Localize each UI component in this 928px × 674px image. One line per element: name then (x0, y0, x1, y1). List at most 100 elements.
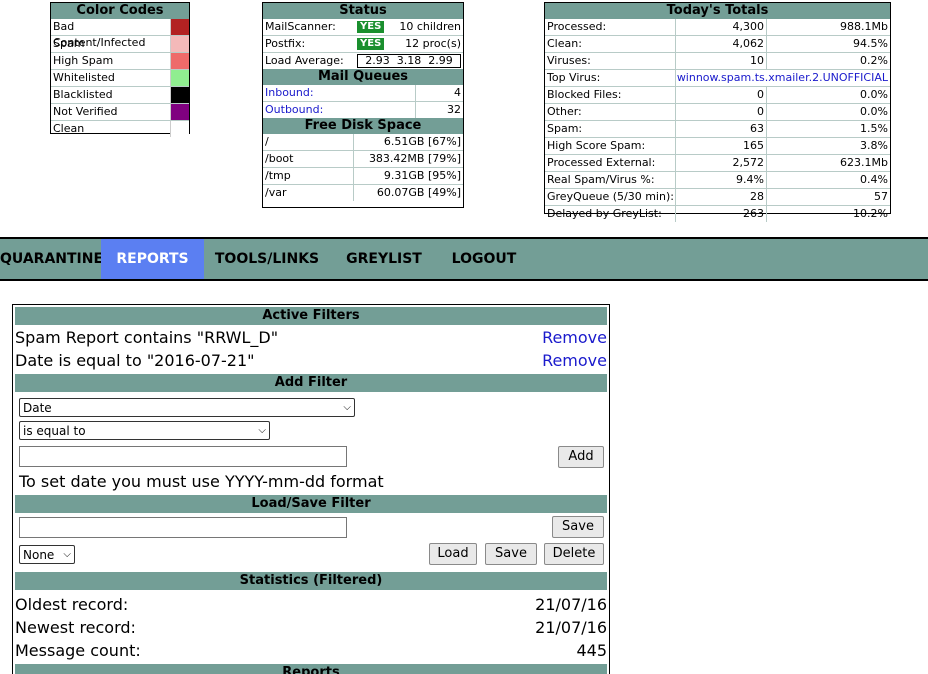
filter-operator-select[interactable]: is equal to ⌵ (19, 421, 270, 440)
color-swatch (170, 70, 189, 86)
saved-filters-value: None (23, 548, 55, 562)
color-code-label: Bad Content/Infected (53, 20, 146, 49)
color-code-label: Clean (53, 122, 85, 135)
totals-label: Processed: (547, 20, 607, 33)
totals-row: Clean: 4,062 94.5% (545, 35, 890, 52)
totals-extra: 0.0% (766, 104, 890, 120)
totals-label: Real Spam/Virus %: (547, 173, 655, 186)
totals-count: 2,572 (675, 155, 766, 171)
nav-logout[interactable]: LOGOUT (446, 239, 522, 279)
totals-count: 28 (675, 189, 766, 205)
filter-name-input[interactable] (19, 517, 347, 538)
postfix-status-badge: YES (357, 38, 385, 50)
disk-free: 9.31GB [95%] (353, 168, 463, 184)
outbound-count: 32 (415, 102, 463, 118)
totals-extra: 57 (766, 189, 890, 205)
color-swatch (170, 53, 189, 69)
totals-extra: 10.2% (766, 206, 890, 222)
totals-extra: 3.8% (766, 138, 890, 154)
totals-label: Other: (547, 105, 582, 118)
nav-quarantine[interactable]: QUARANTINE (0, 239, 103, 279)
postfix-label: Postfix: (265, 37, 306, 50)
totals-label: Clean: (547, 37, 582, 50)
totals-extra: 1.5% (766, 121, 890, 137)
totals-row: Spam: 63 1.5% (545, 120, 890, 137)
main-nav: QUARANTINE REPORTS TOOLS/LINKS GREYLIST … (0, 237, 928, 281)
disk-free: 60.07GB [49%] (353, 185, 463, 201)
totals-label: GreyQueue (5/30 min): (547, 190, 674, 203)
totals-extra: 0.2% (766, 53, 890, 69)
load-filter-button[interactable]: Load (429, 543, 477, 565)
active-filters-header: Active Filters (15, 307, 607, 325)
mail-queues-title: Mail Queues (263, 69, 463, 85)
load-average-label: Load Average: (265, 54, 344, 67)
message-count-label: Message count: (15, 641, 141, 660)
add-filter-header: Add Filter (15, 374, 607, 392)
todays-totals-panel: Today's Totals Processed: 4,300 988.1Mb Cle… (544, 2, 891, 222)
filter-field-value: Date (23, 401, 52, 415)
oldest-record-value: 21/07/16 (535, 595, 607, 614)
totals-count: 0 (675, 104, 766, 120)
color-code-row: High Spam (51, 52, 189, 69)
filters-panel: Active Filters Spam Report contains "RRW… (12, 304, 610, 674)
message-count-value: 445 (576, 641, 607, 660)
totals-extra: 0.4% (766, 172, 890, 188)
color-code-row: Clean (51, 120, 189, 137)
inbound-queue-link[interactable]: Inbound: (263, 85, 415, 101)
newest-record-label: Newest record: (15, 618, 136, 637)
saved-filters-select[interactable]: None ⌵ (19, 545, 75, 564)
color-swatch (170, 19, 189, 35)
color-code-label: Not Verified (53, 105, 118, 118)
filter-field-select[interactable]: Date ⌵ (19, 398, 355, 417)
nav-reports[interactable]: REPORTS (101, 239, 204, 279)
save-filter-button[interactable]: Save (485, 543, 537, 565)
color-code-row: Spam (51, 35, 189, 52)
free-disk-space-title: Free Disk Space (263, 118, 463, 134)
disk-row: /boot 383.42MB [79%] (263, 150, 463, 167)
postfix-detail: 12 proc(s) (405, 37, 461, 50)
totals-label: Processed External: (547, 156, 656, 169)
totals-extra: 623.1Mb (766, 155, 890, 171)
delete-filter-button[interactable]: Delete (544, 543, 604, 565)
disk-row: /var 60.07GB [49%] (263, 184, 463, 201)
outbound-queue-link[interactable]: Outbound: (263, 102, 415, 118)
disk-mount: /tmp (265, 169, 291, 182)
totals-label: Top Virus: (547, 71, 601, 84)
totals-label: High Score Spam: (547, 139, 646, 152)
remove-filter-1-link[interactable]: Remove (542, 328, 607, 347)
totals-count: 0 (675, 87, 766, 103)
filter-operator-value: is equal to (23, 424, 86, 438)
totals-row: Real Spam/Virus %: 9.4% 0.4% (545, 171, 890, 188)
chevron-down-icon: ⌵ (63, 549, 71, 560)
disk-mount: /var (265, 186, 287, 199)
totals-count: 165 (675, 138, 766, 154)
totals-extra: 0.0% (766, 87, 890, 103)
active-filter-2-text: Date is equal to "2016-07-21" (15, 351, 255, 370)
oldest-record-label: Oldest record: (15, 595, 129, 614)
filter-value-input[interactable] (19, 446, 347, 467)
color-code-label: Blacklisted (53, 88, 113, 101)
color-code-row: Bad Content/Infected (51, 19, 189, 49)
remove-filter-2-link[interactable]: Remove (542, 351, 607, 370)
color-code-label: Whitelisted (53, 71, 115, 84)
top-virus-link[interactable]: winnow.spam.ts.xmailer.2.UNOFFICIAL (675, 70, 890, 86)
mailscanner-detail: 10 children (399, 20, 461, 33)
totals-row: Top Virus: winnow.spam.ts.xmailer.2.UNOFF… (545, 69, 890, 86)
mailscanner-label: MailScanner: (265, 20, 336, 33)
color-swatch (170, 121, 189, 137)
disk-free: 383.42MB [79%] (353, 151, 463, 167)
color-swatch (170, 87, 189, 103)
totals-row: Delayed by GreyList: 263 10.2% (545, 205, 890, 222)
nav-tools-links[interactable]: TOOLS/LINKS (212, 239, 322, 279)
newest-record-value: 21/07/16 (535, 618, 607, 637)
color-code-label: Spam (53, 37, 85, 50)
add-filter-button[interactable]: Add (558, 446, 604, 468)
nav-greylist[interactable]: GREYLIST (340, 239, 428, 279)
active-filter-1-text: Spam Report contains "RRWL_D" (15, 328, 279, 347)
totals-count: 10 (675, 53, 766, 69)
totals-label: Viruses: (547, 54, 591, 67)
reports-header: Reports (15, 664, 607, 674)
color-code-row: Not Verified (51, 103, 189, 120)
disk-row: / 6.51GB [67%] (263, 134, 463, 150)
save-filter-top-button[interactable]: Save (552, 516, 604, 538)
